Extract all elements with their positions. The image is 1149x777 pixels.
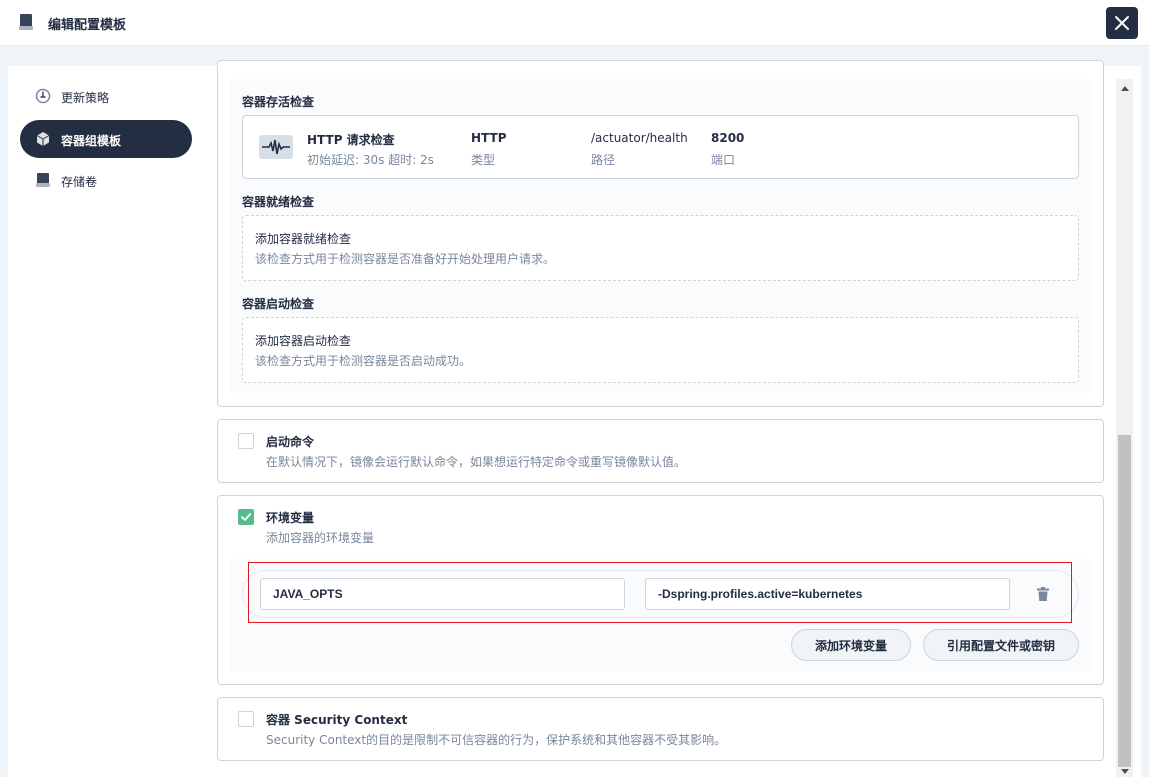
chevron-down-icon (1120, 769, 1129, 774)
liveness-title: 容器存活检查 (242, 95, 315, 109)
add-startup-desc: 该检查方式用于检测容器是否启动成功。 (255, 354, 472, 368)
start-command-checkbox[interactable] (238, 433, 254, 449)
pod-template-icon (36, 132, 50, 146)
pulse-icon (262, 139, 290, 155)
start-command-panel (217, 419, 1104, 483)
probe-name: HTTP 请求检查 (307, 133, 395, 147)
scrollbar-thumb[interactable] (1118, 435, 1131, 767)
start-command-title: 启动命令 (266, 435, 315, 449)
security-context-title: 容器 Security Context (266, 713, 408, 727)
ref-config-secret-button[interactable]: 引用配置文件或密钥 (923, 629, 1079, 661)
add-startup-probe[interactable]: 添加容器启动检查 该检查方式用于检测容器是否启动成功。 (242, 317, 1079, 383)
env-key-input[interactable] (260, 578, 625, 610)
security-context-checkbox[interactable] (238, 711, 254, 727)
probe-port-value: 8200 (711, 131, 745, 145)
http-probe-icon (259, 135, 293, 159)
security-context-panel (217, 697, 1104, 761)
env-value-input[interactable] (645, 578, 1010, 610)
check-icon (241, 513, 252, 521)
close-button[interactable] (1106, 7, 1138, 39)
modal-header: 编辑配置模板 (0, 0, 1149, 46)
sidebar-item-update-strategy[interactable]: 更新策略 (20, 77, 192, 115)
close-icon (1115, 16, 1129, 30)
sidebar-item-pod-template[interactable]: 容器组模板 (20, 120, 192, 158)
add-env-button[interactable]: 添加环境变量 (791, 629, 911, 661)
env-checkbox[interactable] (238, 509, 254, 525)
probe-type-label: 类型 (471, 153, 496, 167)
liveness-probe-card[interactable]: HTTP 请求检查 初始延迟: 30s 超时: 2s HTTP 类型 /actu… (242, 115, 1079, 179)
storage-volume-icon (36, 173, 50, 187)
probe-path-label: 路径 (591, 153, 616, 167)
probe-meta: 初始延迟: 30s 超时: 2s (307, 153, 434, 167)
probe-path-value: /actuator/health (591, 131, 688, 145)
add-startup-title: 添加容器启动检查 (255, 334, 352, 348)
start-command-desc: 在默认情况下，镜像会运行默认命令，如果想运行特定命令或重写镜像默认值。 (266, 455, 687, 469)
sidebar-item-label: 存储卷 (61, 175, 98, 189)
sidebar-item-label: 容器组模板 (61, 134, 122, 148)
add-readiness-probe[interactable]: 添加容器就绪检查 该检查方式用于检测容器是否准备好开始处理用户请求。 (242, 215, 1079, 281)
add-readiness-desc: 该检查方式用于检测容器是否准备好开始处理用户请求。 (255, 252, 556, 266)
env-desc: 添加容器的环境变量 (266, 531, 375, 545)
template-icon (19, 14, 33, 30)
scroll-down-arrow[interactable] (1118, 767, 1131, 777)
security-context-desc: Security Context的目的是限制不可信容器的行为，保护系统和其他容器… (266, 733, 727, 747)
env-title: 环境变量 (266, 511, 315, 525)
modal-title: 编辑配置模板 (48, 18, 127, 33)
trash-icon[interactable] (1036, 587, 1050, 602)
sidebar-item-label: 更新策略 (61, 91, 110, 105)
probe-type-value: HTTP (471, 131, 507, 145)
startup-title: 容器启动检查 (242, 297, 315, 311)
scroll-up-arrow[interactable] (1118, 81, 1131, 95)
add-readiness-title: 添加容器就绪检查 (255, 232, 352, 246)
probe-port-label: 端口 (711, 153, 736, 167)
update-strategy-icon (35, 88, 51, 104)
sidebar-item-storage-volume[interactable]: 存储卷 (20, 161, 192, 199)
readiness-title: 容器就绪检查 (242, 195, 315, 209)
chevron-up-icon (1120, 86, 1129, 91)
